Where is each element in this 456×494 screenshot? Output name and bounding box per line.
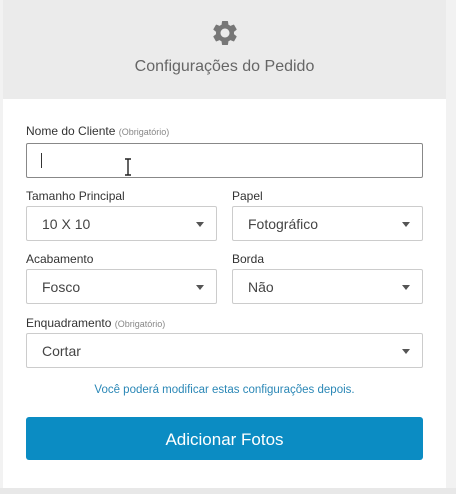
chevron-down-icon [196, 285, 204, 290]
framing-label-text: Enquadramento [26, 316, 112, 330]
border-label: Borda [232, 252, 265, 266]
settings-hint: Você poderá modificar estas configuraçõe… [94, 384, 355, 396]
border-select[interactable]: Não [232, 269, 423, 304]
chevron-down-icon [402, 349, 410, 354]
border-value: Não [248, 279, 274, 295]
text-cursor [41, 153, 42, 168]
bottom-divider [0, 488, 456, 494]
client-name-label-text: Nome do Cliente [26, 124, 116, 138]
framing-select[interactable]: Cortar [26, 333, 423, 368]
page-title: Configurações do Pedido [134, 58, 315, 75]
finish-select[interactable]: Fosco [26, 269, 217, 304]
main-size-select[interactable]: 10 X 10 [26, 206, 217, 241]
chevron-down-icon [402, 222, 410, 227]
gear-icon [213, 20, 237, 45]
client-name-label: Nome do Cliente (Obrigatório) [26, 124, 169, 138]
chevron-down-icon [196, 222, 204, 227]
chevron-down-icon [402, 285, 410, 290]
ibeam-cursor-icon [125, 158, 131, 176]
order-settings-panel: Configurações do Pedido Nome do Cliente … [3, 0, 446, 494]
paper-value: Fotográfico [248, 216, 319, 232]
required-note: (Obrigatório) [118, 127, 170, 137]
paper-select[interactable]: Fotográfico [232, 206, 423, 241]
finish-value: Fosco [42, 279, 81, 295]
panel-header: Configurações do Pedido [3, 0, 446, 99]
framing-value: Cortar [42, 343, 81, 359]
main-size-value: 10 X 10 [42, 216, 91, 232]
finish-label: Acabamento [26, 252, 94, 266]
add-photos-button[interactable]: Adicionar Fotos [26, 417, 423, 460]
client-name-input[interactable] [26, 143, 423, 178]
paper-label: Papel [232, 189, 263, 203]
required-note: (Obrigatório) [114, 319, 166, 329]
main-size-label: Tamanho Principal [26, 189, 125, 203]
framing-label: Enquadramento (Obrigatório) [26, 316, 165, 330]
